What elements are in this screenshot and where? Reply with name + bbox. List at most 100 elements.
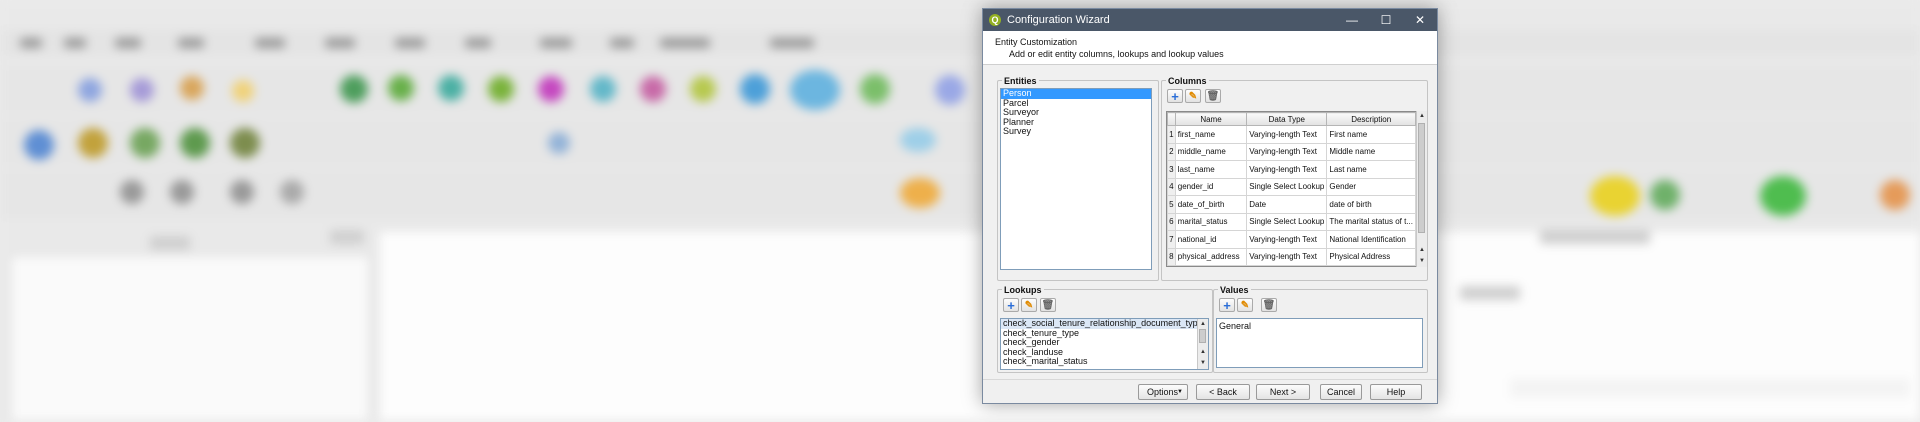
cell-data-type[interactable]: Varying-length Text [1246, 160, 1328, 179]
values-group: Values + ✎ 🗑 General [1213, 285, 1428, 373]
cell-data-type[interactable]: Varying-length Text [1246, 142, 1328, 161]
table-row[interactable]: 1 first_name Varying-length Text First name [1167, 125, 1416, 144]
cell-name[interactable]: date_of_birth [1174, 195, 1248, 214]
row-header-corner [1167, 112, 1176, 126]
cell-name[interactable]: middle_name [1174, 142, 1248, 161]
dropdown-arrow-icon: ▼ [1177, 389, 1183, 395]
plus-icon: + [1007, 297, 1015, 313]
help-button[interactable]: Help [1370, 384, 1422, 400]
values-list[interactable]: General [1216, 318, 1423, 368]
cell-name[interactable]: last_name [1174, 160, 1248, 179]
entities-group-label: Entities [1002, 76, 1039, 86]
scroll-down-arrow-icon[interactable]: ▼ [1417, 256, 1427, 266]
table-row[interactable]: 3 last_name Varying-length Text Last name [1167, 160, 1416, 179]
row-number: 4 [1167, 177, 1176, 196]
plus-icon: + [1223, 297, 1231, 313]
cell-data-type[interactable]: Varying-length Text [1246, 230, 1328, 249]
plus-icon: + [1171, 88, 1179, 104]
scroll-thumb[interactable] [1199, 329, 1206, 343]
add-lookup-button[interactable]: + [1003, 297, 1019, 313]
configuration-wizard-dialog: Q Configuration Wizard — ☐ ✕ Entity Cust… [982, 8, 1438, 404]
edit-value-button[interactable]: ✎ [1237, 298, 1253, 312]
background-panel [10, 255, 370, 422]
cell-name[interactable]: physical_address [1174, 247, 1248, 266]
wizard-page-header: Entity Customization Add or edit entity … [983, 31, 1437, 65]
column-header-data-type[interactable]: Data Type [1246, 112, 1328, 126]
column-header-description[interactable]: Description [1326, 112, 1416, 126]
wizard-footer: Options ▼ < Back Next > Cancel Help [983, 379, 1437, 404]
table-row[interactable]: 5 date_of_birth Date date of birth [1167, 195, 1416, 214]
minimize-button[interactable]: — [1335, 9, 1369, 31]
column-header-name[interactable]: Name [1174, 112, 1248, 126]
row-number: 5 [1167, 195, 1176, 214]
pencil-icon: ✎ [1240, 299, 1250, 311]
cell-description[interactable]: Last name [1326, 160, 1416, 179]
page-subtitle: Add or edit entity columns, lookups and … [1009, 49, 1224, 59]
lookup-item[interactable]: check_marital_status [1001, 357, 1208, 367]
cell-data-type[interactable]: Date [1246, 195, 1328, 214]
lookups-list[interactable]: check_social_tenure_relationship_documen… [1000, 318, 1209, 370]
add-value-button[interactable]: + [1219, 297, 1235, 313]
page-title: Entity Customization [995, 37, 1078, 47]
background-application [0, 0, 1920, 422]
cell-description[interactable]: Gender [1326, 177, 1416, 196]
scroll-down-arrow-icon[interactable]: ▼ [1198, 358, 1208, 368]
back-button[interactable]: < Back [1196, 384, 1250, 400]
lookups-group-label: Lookups [1002, 285, 1044, 295]
options-button[interactable]: Options ▼ [1138, 384, 1188, 400]
next-button[interactable]: Next > [1256, 384, 1310, 400]
cell-description[interactable]: National Identification [1326, 230, 1416, 249]
entity-item[interactable]: Survey [1001, 127, 1151, 137]
cell-name[interactable]: gender_id [1174, 177, 1248, 196]
cell-name[interactable]: marital_status [1174, 212, 1248, 231]
cell-description[interactable]: Physical Address [1326, 247, 1416, 266]
cancel-button[interactable]: Cancel [1320, 384, 1362, 400]
add-column-button[interactable]: + [1167, 88, 1183, 104]
cell-description[interactable]: First name [1326, 125, 1416, 144]
cell-description[interactable]: The marital status of t... [1326, 212, 1416, 231]
scroll-thumb[interactable] [1418, 123, 1425, 233]
cell-data-type[interactable]: Single Select Lookup [1246, 177, 1328, 196]
row-number: 2 [1167, 142, 1176, 161]
lookups-scrollbar[interactable]: ▲ ▲ ▼ [1197, 319, 1208, 369]
entities-group: Entities Person Parcel Surveyor Planner … [997, 76, 1159, 281]
edit-lookup-button[interactable]: ✎ [1021, 298, 1037, 312]
table-row[interactable]: 7 national_id Varying-length Text National … [1167, 230, 1416, 249]
row-number: 8 [1167, 247, 1176, 266]
cell-name[interactable]: first_name [1174, 125, 1248, 144]
scroll-up-arrow-icon[interactable]: ▲ [1198, 347, 1208, 357]
cell-description[interactable]: date of birth [1326, 195, 1416, 214]
table-row[interactable]: 2 middle_name Varying-length Text Middle na… [1167, 142, 1416, 161]
options-button-label: Options [1147, 387, 1179, 397]
cell-description[interactable]: Middle name [1326, 142, 1416, 161]
close-button[interactable]: ✕ [1403, 9, 1437, 31]
table-row[interactable]: 8 physical_address Varying-length Text Phys… [1167, 247, 1416, 266]
delete-lookup-button[interactable]: 🗑 [1040, 298, 1056, 312]
entities-list[interactable]: Person Parcel Surveyor Planner Survey [1000, 88, 1152, 270]
value-item[interactable]: General [1217, 322, 1422, 332]
scroll-up-arrow-icon[interactable]: ▲ [1417, 111, 1427, 121]
table-row[interactable]: 6 marital_status Single Select Lookup The m… [1167, 212, 1416, 231]
values-group-label: Values [1218, 285, 1251, 295]
cell-data-type[interactable]: Single Select Lookup [1246, 212, 1328, 231]
cell-name[interactable]: national_id [1174, 230, 1248, 249]
cell-data-type[interactable]: Varying-length Text [1246, 247, 1328, 266]
row-number: 6 [1167, 212, 1176, 231]
row-number: 3 [1167, 160, 1176, 179]
scroll-up-arrow-icon[interactable]: ▲ [1417, 245, 1427, 255]
columns-table-scrollbar[interactable]: ▲ ▲ ▼ [1416, 111, 1427, 267]
table-row[interactable]: 4 gender_id Single Select Lookup Gender [1167, 177, 1416, 196]
row-number: 7 [1167, 230, 1176, 249]
delete-column-button[interactable]: 🗑 [1205, 89, 1221, 103]
cell-data-type[interactable]: Varying-length Text [1246, 125, 1328, 144]
columns-group-label: Columns [1166, 76, 1209, 86]
scroll-up-arrow-icon[interactable]: ▲ [1198, 319, 1208, 329]
columns-table[interactable]: Name Data Type Description 1 first_name Va… [1166, 111, 1417, 267]
trash-icon: 🗑 [1206, 90, 1220, 102]
edit-column-button[interactable]: ✎ [1185, 89, 1201, 103]
qgis-app-icon: Q [989, 14, 1001, 26]
maximize-button[interactable]: ☐ [1369, 9, 1403, 31]
dialog-titlebar[interactable]: Q Configuration Wizard — ☐ ✕ [983, 9, 1437, 31]
delete-value-button[interactable]: 🗑 [1261, 298, 1277, 312]
row-number: 1 [1167, 125, 1176, 144]
